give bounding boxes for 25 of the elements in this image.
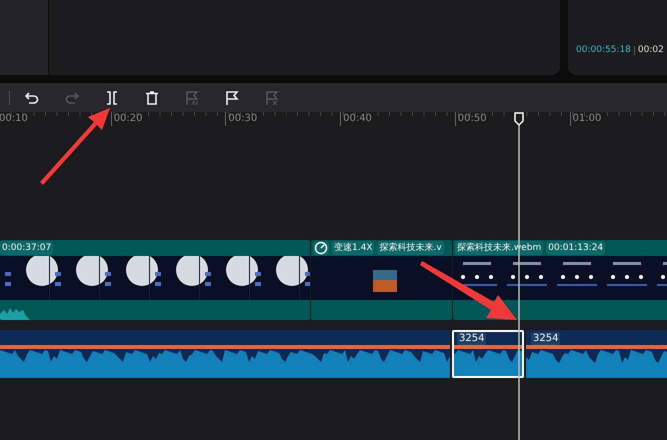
flag-icon <box>224 90 240 106</box>
total-timecode: 00:02 <box>638 45 664 55</box>
clip-label: 3254 <box>531 332 560 345</box>
ruler-label: 01:00 <box>570 112 602 126</box>
flag-icon <box>184 90 200 106</box>
ruler-label: 00:50 <box>454 112 487 126</box>
split-icon <box>104 90 120 106</box>
audio-clip[interactable]: 3254 <box>526 330 667 378</box>
speed-icon <box>313 241 329 255</box>
ruler-label: 00:10 <box>0 112 28 126</box>
redo-icon <box>64 90 80 106</box>
audio-clip[interactable]: 3254 <box>452 330 524 378</box>
current-timecode: 00:00:55:18 <box>576 45 631 55</box>
clip-label: 探索科技未来.v <box>377 241 444 255</box>
flag-icon <box>264 90 280 106</box>
clip-label: 00:01:13:24 <box>546 241 606 255</box>
ruler-label: 00:30 <box>225 112 258 126</box>
audio-clip[interactable] <box>0 330 450 378</box>
ruler-label: 00:20 <box>110 112 143 126</box>
ruler-label: 00:40 <box>340 112 372 126</box>
clip-label: 变速1.4X <box>332 241 374 255</box>
trash-icon <box>144 90 160 106</box>
clip-label: 3254 <box>457 332 486 345</box>
clip-label: 0:00:37:07 <box>0 241 54 255</box>
undo-icon <box>24 90 40 106</box>
